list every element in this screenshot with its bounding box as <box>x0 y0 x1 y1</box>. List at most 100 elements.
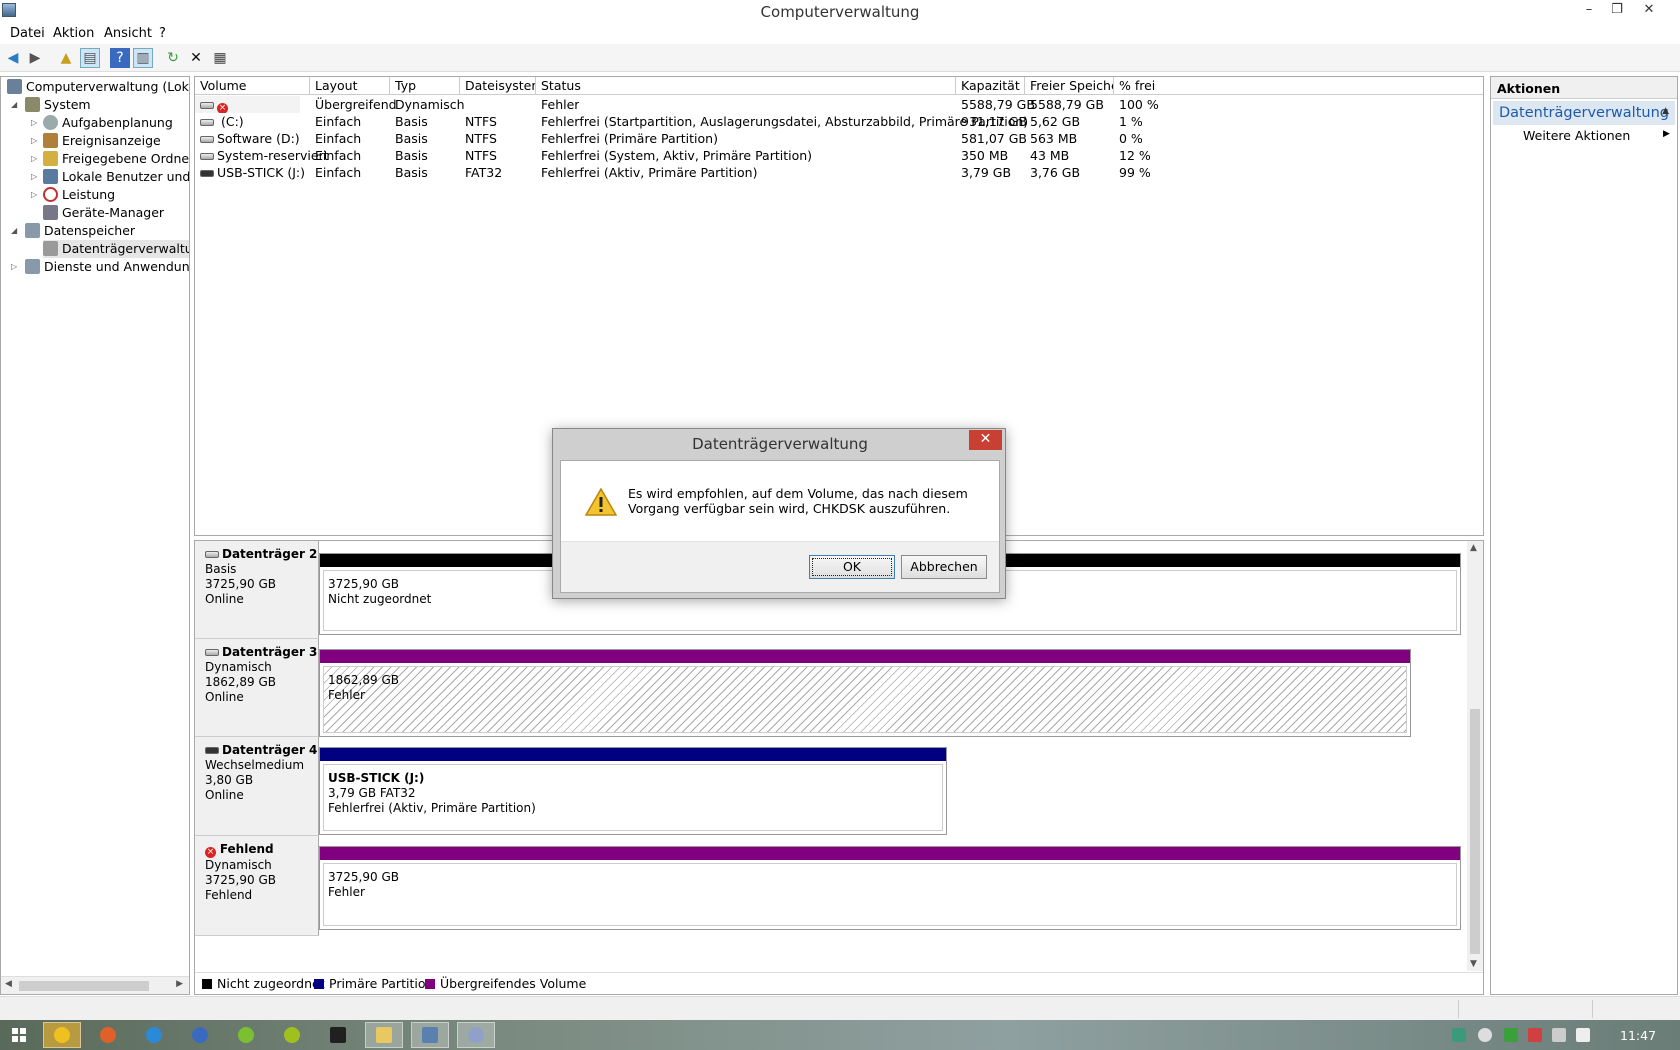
more-actions-link[interactable]: Weitere Aktionen ▶ <box>1523 128 1670 143</box>
firefox-icon <box>100 1027 116 1043</box>
scroll-right-icon[interactable]: ▶ <box>176 979 183 989</box>
back-icon[interactable]: ◀ <box>3 48 23 68</box>
column-header-capacity[interactable]: Kapazität <box>956 77 1025 95</box>
menu-datei[interactable]: Datei <box>10 26 45 41</box>
console-tree-icon[interactable]: ▤ <box>80 48 100 68</box>
table-row-volume-cell[interactable]: Software (D:) <box>195 130 300 147</box>
help-icon[interactable]: ? <box>110 48 130 68</box>
tree-item-computer-management[interactable]: Computerverwaltung (Lokal) <box>7 78 189 96</box>
expand-arrow-icon[interactable]: ▷ <box>31 154 37 163</box>
tree-item-task-scheduler[interactable]: Aufgabenplanung <box>43 114 173 132</box>
column-header-filesystem[interactable]: Dateisystem <box>460 77 536 95</box>
tree-item-system[interactable]: System <box>25 96 91 114</box>
scroll-up-icon[interactable]: ▲ <box>1470 543 1477 553</box>
tree-item-performance[interactable]: Leistung <box>43 186 115 204</box>
cancel-button[interactable]: Abbrechen <box>901 555 987 579</box>
partition-spanned-error[interactable]: 1862,89 GB Fehler <box>319 649 1411 737</box>
table-cell: NTFS <box>465 131 497 146</box>
restore-button[interactable]: ❐ <box>1604 0 1630 22</box>
tree-item-local-users[interactable]: Lokale Benutzer und Gru <box>43 168 189 186</box>
table-row-volume-cell[interactable]: (C:) <box>195 113 244 130</box>
tree-item-device-manager[interactable]: Geräte-Manager <box>43 204 164 222</box>
taskbar-app-ie[interactable] <box>135 1022 173 1048</box>
disk-label[interactable]: × Fehlend Dynamisch 3725,90 GB Fehlend <box>195 836 319 936</box>
disk-label[interactable]: Datenträger 3 Dynamisch 1862,89 GB Onlin… <box>195 639 319 737</box>
tray-display-icon[interactable] <box>1552 1028 1566 1042</box>
tray-network-icon[interactable] <box>1452 1028 1466 1042</box>
taskbar-app-thunderbird[interactable] <box>181 1022 219 1048</box>
column-header-percent-free[interactable]: % frei <box>1114 77 1483 95</box>
expand-arrow-icon[interactable]: ▷ <box>31 118 37 127</box>
table-cell: Übergreifend <box>315 97 397 112</box>
tree-item-services[interactable]: Dienste und Anwendungen <box>25 258 189 276</box>
tray-security-icon[interactable] <box>1504 1028 1518 1042</box>
up-folder-icon[interactable]: ▲ <box>56 48 76 68</box>
scrollbar-thumb[interactable] <box>19 981 149 991</box>
start-icon <box>12 1028 26 1042</box>
column-header-volume[interactable]: Volume <box>195 77 310 95</box>
table-row-volume-cell[interactable]: × <box>195 96 300 113</box>
column-header-type[interactable]: Typ <box>390 77 460 95</box>
minimize-button[interactable]: – <box>1576 0 1602 22</box>
taskbar-app-norton[interactable] <box>43 1022 81 1048</box>
legend-label: Primäre Partition <box>329 976 434 991</box>
table-row-volume-cell[interactable]: USB-STICK (J:) <box>195 164 305 181</box>
collapse-arrow-icon[interactable]: ◢ <box>11 226 17 235</box>
tree-item-shared-folders[interactable]: Freigegebene Ordner <box>43 150 189 168</box>
properties-icon[interactable]: ▦ <box>210 48 230 68</box>
taskbar-app-disk-tool[interactable] <box>457 1022 495 1048</box>
tray-flag-icon[interactable] <box>1528 1028 1542 1042</box>
tree-item-storage[interactable]: Datenspeicher <box>25 222 135 240</box>
expand-arrow-icon[interactable]: ▷ <box>31 136 37 145</box>
taskbar-app-firefox[interactable] <box>89 1022 127 1048</box>
column-header-free-space[interactable]: Freier Speicher <box>1025 77 1114 95</box>
menu-help[interactable]: ? <box>159 26 166 41</box>
disk-label[interactable]: Datenträger 4 Wechselmedium 3,80 GB Onli… <box>195 737 319 836</box>
taskbar-app-explorer[interactable] <box>365 1022 403 1048</box>
dialog-close-button[interactable]: ✕ <box>969 430 1002 450</box>
tree-horizontal-scrollbar[interactable]: ◀ ▶ <box>1 976 189 994</box>
collapse-arrow-icon[interactable]: ◢ <box>11 100 17 109</box>
tray-volume-icon[interactable] <box>1576 1028 1590 1042</box>
partition-missing[interactable]: 3725,90 GB Fehler <box>319 846 1461 930</box>
delete-icon[interactable]: ✕ <box>186 48 206 68</box>
action-pane-icon[interactable]: ▥ <box>133 48 153 68</box>
start-button[interactable] <box>0 1022 38 1048</box>
tools-icon <box>25 97 40 112</box>
expand-arrow-icon[interactable]: ▷ <box>31 172 37 181</box>
expand-arrow-icon[interactable]: ▷ <box>31 190 37 199</box>
actions-section-disk-management[interactable]: Datenträgerverwaltung ▲ <box>1493 101 1675 125</box>
scroll-down-icon[interactable]: ▼ <box>1470 959 1477 969</box>
ok-button[interactable]: OK <box>809 555 895 579</box>
column-header-layout[interactable]: Layout <box>310 77 390 95</box>
refresh-icon[interactable]: ↻ <box>163 48 183 68</box>
menu-aktion[interactable]: Aktion <box>53 26 94 41</box>
drive-icon <box>200 136 214 143</box>
clock[interactable]: 11:47 <box>1620 1028 1656 1043</box>
taskbar-app-fup[interactable] <box>319 1022 357 1048</box>
disk-label[interactable]: Datenträger 2 Basis 3725,90 GB Online <box>195 541 319 639</box>
disk-vertical-scrollbar[interactable]: ▲ ▼ <box>1467 541 1483 971</box>
expand-arrow-icon[interactable]: ▷ <box>11 262 17 271</box>
close-button[interactable]: ✕ <box>1636 0 1662 22</box>
tree-item-event-viewer[interactable]: Ereignisanzeige <box>43 132 161 150</box>
performance-icon <box>43 187 58 202</box>
partition-usb-stick[interactable]: USB-STICK (J:) 3,79 GB FAT32 Fehlerfrei … <box>319 747 947 835</box>
taskbar-app-quicken[interactable] <box>273 1022 311 1048</box>
scroll-left-icon[interactable]: ◀ <box>5 979 12 989</box>
tray-cloud-icon[interactable] <box>1478 1028 1492 1042</box>
tree-item-disk-management[interactable]: Datenträgerverwaltung <box>43 240 189 258</box>
scrollbar-thumb[interactable] <box>1470 709 1480 954</box>
taskbar-app-computer-management[interactable] <box>411 1022 449 1048</box>
table-cell: 350 MB <box>961 148 1009 163</box>
column-header-status[interactable]: Status <box>536 77 956 95</box>
toolbar: ◀ ▶ ▲ ▤ ? ▥ ↻ ✕ ▦ <box>0 44 1680 72</box>
collapse-up-icon[interactable]: ▲ <box>1662 106 1669 116</box>
legend-label: Nicht zugeordnet <box>217 976 325 991</box>
menu-ansicht[interactable]: Ansicht <box>104 26 152 41</box>
table-cell: NTFS <box>465 148 497 163</box>
forward-icon[interactable]: ▶ <box>25 48 45 68</box>
taskbar-app-utorrent[interactable] <box>227 1022 265 1048</box>
table-row-volume-cell[interactable]: System-reserviert <box>195 147 329 164</box>
partition-body: 1862,89 GB Fehler <box>323 666 1407 733</box>
